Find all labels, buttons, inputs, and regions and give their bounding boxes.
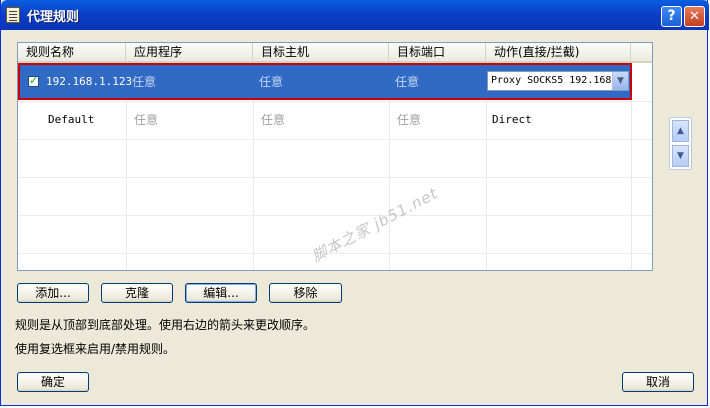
hint-order: 规则是从顶部到底部处理。使用右边的箭头来更改顺序。: [15, 318, 316, 332]
help-button[interactable]: ?: [661, 6, 682, 27]
close-button[interactable]: ✕: [684, 6, 705, 27]
move-up-icon[interactable]: ▲: [672, 120, 689, 142]
column-header-action[interactable]: 动作(直接/拦截): [486, 43, 631, 61]
table-row[interactable]: Default 任意 任意 任意 Direct: [18, 101, 632, 139]
move-down-icon[interactable]: ▼: [672, 145, 689, 167]
action-cell[interactable]: Direct: [488, 101, 631, 139]
target-host-cell: 任意: [261, 113, 286, 127]
edit-button[interactable]: 编辑...: [185, 283, 257, 303]
add-button[interactable]: 添加...: [17, 283, 89, 303]
application-cell: 任意: [132, 75, 157, 89]
target-port-cell: 任意: [395, 75, 420, 89]
column-header-application[interactable]: 应用程序: [126, 43, 253, 61]
rules-table: 规则名称 应用程序 目标主机 目标端口 动作(直接/拦截) 192.168.1.…: [17, 42, 653, 271]
proxy-rules-dialog: 代理规则 ? ✕ 规则名称 应用程序 目标主机 目标端口 动作(直接/拦截) 1…: [0, 0, 709, 406]
column-header-target-host[interactable]: 目标主机: [253, 43, 389, 61]
cancel-button[interactable]: 取消: [622, 372, 694, 392]
document-icon: [6, 7, 20, 23]
action-dropdown-value: Proxy SOCKS5 192.168: [491, 75, 611, 86]
table-row-selected[interactable]: 192.168.1.123 任意 任意 任意 Proxy SOCKS5 192.…: [18, 63, 632, 100]
title-bar[interactable]: 代理规则 ? ✕: [1, 0, 709, 30]
remove-button[interactable]: 移除: [269, 283, 342, 303]
window-title: 代理规则: [27, 10, 80, 25]
rule-enable-checkbox[interactable]: [28, 74, 39, 87]
column-header-rule-name[interactable]: 规则名称: [18, 43, 126, 61]
reorder-arrows: ▲ ▼: [669, 117, 692, 170]
rule-name-cell: Default: [48, 113, 95, 126]
action-dropdown[interactable]: Proxy SOCKS5 192.168 ▼: [487, 71, 629, 91]
clone-button[interactable]: 克隆: [101, 283, 173, 303]
ok-button[interactable]: 确定: [17, 372, 89, 392]
target-host-cell: 任意: [259, 75, 284, 89]
table-header: 规则名称 应用程序 目标主机 目标端口 动作(直接/拦截): [18, 43, 652, 63]
rule-name-cell: 192.168.1.123: [46, 75, 133, 88]
column-header-target-port[interactable]: 目标端口: [389, 43, 486, 61]
chevron-down-icon[interactable]: ▼: [612, 72, 628, 90]
application-cell: 任意: [134, 113, 159, 127]
hint-checkbox: 使用复选框来启用/禁用规则。: [15, 342, 176, 356]
target-port-cell: 任意: [397, 113, 422, 127]
